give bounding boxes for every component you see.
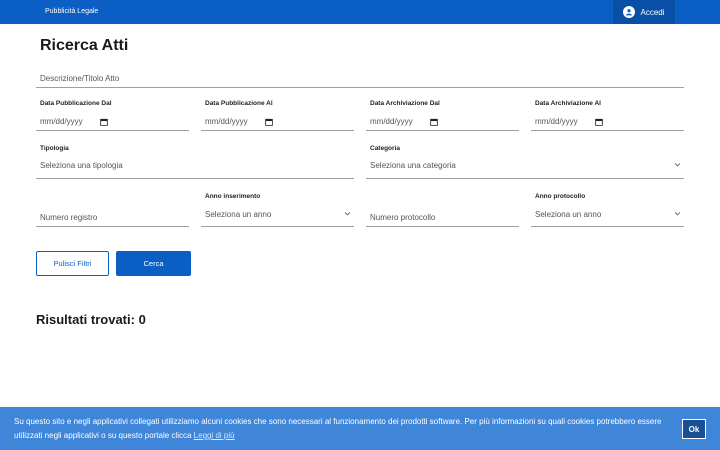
pub-date-to-field[interactable]: Data Pubblicazione Al mm/dd/yyyy bbox=[201, 100, 354, 131]
pub-date-to-value: mm/dd/yyyy bbox=[205, 117, 248, 126]
pub-date-from-label: Data Pubblicazione Dal bbox=[40, 100, 112, 107]
tipologia-value: Seleziona una tipologia bbox=[40, 161, 123, 170]
numero-registro-field[interactable]: Numero registro bbox=[36, 205, 189, 227]
anno-inserimento-label: Anno inserimento bbox=[205, 193, 261, 200]
arch-date-to-value: mm/dd/yyyy bbox=[535, 117, 578, 126]
login-label: Accedi bbox=[640, 7, 665, 17]
description-placeholder: Descrizione/Titolo Atto bbox=[40, 74, 120, 83]
clear-filters-button[interactable]: Pulisci Filtri bbox=[36, 251, 109, 276]
chevron-down-icon bbox=[674, 163, 681, 167]
calendar-icon[interactable] bbox=[100, 118, 108, 126]
cookie-ok-button[interactable]: Ok bbox=[682, 419, 706, 439]
anno-protocollo-label: Anno protocollo bbox=[535, 193, 586, 200]
cookie-banner: Su questo sito e negli applicativi colle… bbox=[0, 407, 720, 450]
arch-date-to-field[interactable]: Data Archiviazione Al mm/dd/yyyy bbox=[531, 100, 684, 131]
cookie-text: Su questo sito e negli applicativi colle… bbox=[14, 417, 662, 440]
calendar-icon[interactable] bbox=[430, 118, 438, 126]
results-count: Risultati trovati: 0 bbox=[36, 312, 146, 327]
login-button[interactable]: Accedi bbox=[613, 0, 675, 24]
anno-protocollo-select[interactable]: Anno protocollo Seleziona un anno bbox=[531, 193, 684, 227]
top-bar: Pubblicità Legale Accedi bbox=[0, 0, 720, 24]
brand-label[interactable]: Pubblicità Legale bbox=[45, 0, 98, 24]
page-title: Ricerca Atti bbox=[40, 37, 129, 54]
categoria-select[interactable]: Categoria Seleziona una categoria bbox=[366, 145, 684, 179]
anno-inserimento-value: Seleziona un anno bbox=[205, 210, 272, 219]
arch-date-from-value: mm/dd/yyyy bbox=[370, 117, 413, 126]
numero-registro-placeholder: Numero registro bbox=[40, 213, 98, 222]
description-field[interactable]: Descrizione/Titolo Atto bbox=[36, 66, 684, 88]
pub-date-to-label: Data Pubblicazione Al bbox=[205, 100, 273, 107]
search-button[interactable]: Cerca bbox=[116, 251, 191, 276]
categoria-value: Seleziona una categoria bbox=[370, 161, 456, 170]
numero-protocollo-placeholder: Numero protocollo bbox=[370, 213, 436, 222]
calendar-icon[interactable] bbox=[265, 118, 273, 126]
numero-protocollo-field[interactable]: Numero protocollo bbox=[366, 205, 519, 227]
anno-protocollo-value: Seleziona un anno bbox=[535, 210, 602, 219]
categoria-label: Categoria bbox=[370, 145, 400, 152]
arch-date-from-label: Data Archiviazione Dal bbox=[370, 100, 440, 107]
cookie-read-more-link[interactable]: Leggi di più bbox=[194, 431, 235, 440]
cookie-text-block: Su questo sito e negli applicativi colle… bbox=[14, 415, 676, 443]
tipologia-select[interactable]: Tipologia Seleziona una tipologia bbox=[36, 145, 354, 179]
user-icon bbox=[623, 6, 636, 18]
chevron-down-icon bbox=[674, 212, 681, 216]
arch-date-to-label: Data Archiviazione Al bbox=[535, 100, 601, 107]
pub-date-from-value: mm/dd/yyyy bbox=[40, 117, 83, 126]
pub-date-from-field[interactable]: Data Pubblicazione Dal mm/dd/yyyy bbox=[36, 100, 189, 131]
tipologia-label: Tipologia bbox=[40, 145, 69, 152]
anno-inserimento-select[interactable]: Anno inserimento Seleziona un anno bbox=[201, 193, 354, 227]
arch-date-from-field[interactable]: Data Archiviazione Dal mm/dd/yyyy bbox=[366, 100, 519, 131]
calendar-icon[interactable] bbox=[595, 118, 603, 126]
chevron-down-icon bbox=[344, 212, 351, 216]
